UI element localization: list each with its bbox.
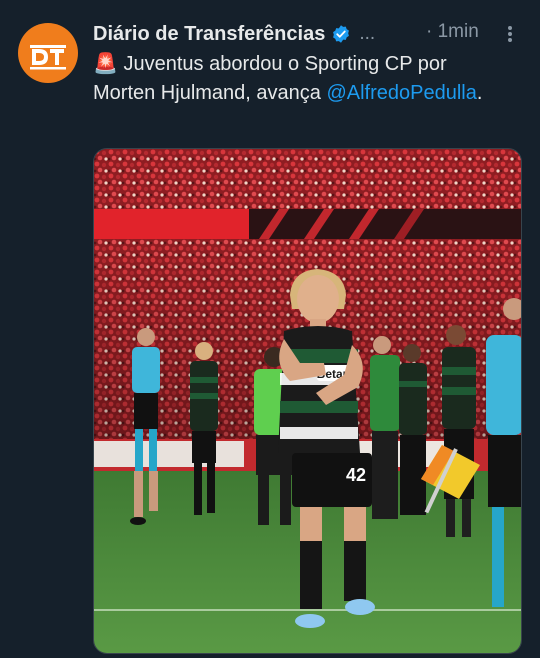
- author-avatar[interactable]: [18, 23, 78, 83]
- tweet-card[interactable]: Diário de Transferências ... · 1min 🚨 Ju…: [0, 0, 540, 658]
- tweet-photo[interactable]: Betano 42: [93, 148, 522, 654]
- more-vertical-icon[interactable]: [502, 22, 518, 46]
- tweet-text: 🚨 Juventus abordou o Sporting CP por Mor…: [93, 50, 513, 108]
- tweet-timestamp[interactable]: · 1min: [426, 21, 479, 43]
- mention-link[interactable]: @AlfredoPedulla: [326, 82, 476, 104]
- siren-emoji-icon: 🚨: [93, 53, 118, 75]
- author-handle[interactable]: ...: [359, 23, 375, 45]
- football-match-photo: Betano 42: [94, 149, 521, 653]
- author-name[interactable]: Diário de Transferências: [93, 23, 325, 46]
- dt-logo-icon: [30, 45, 66, 70]
- tweet-period: .: [476, 82, 483, 104]
- jersey-number: 42: [346, 465, 366, 485]
- verified-badge-icon: [331, 24, 351, 44]
- led-banner: [94, 209, 249, 239]
- tweet-header: Diário de Transferências ...: [93, 20, 375, 48]
